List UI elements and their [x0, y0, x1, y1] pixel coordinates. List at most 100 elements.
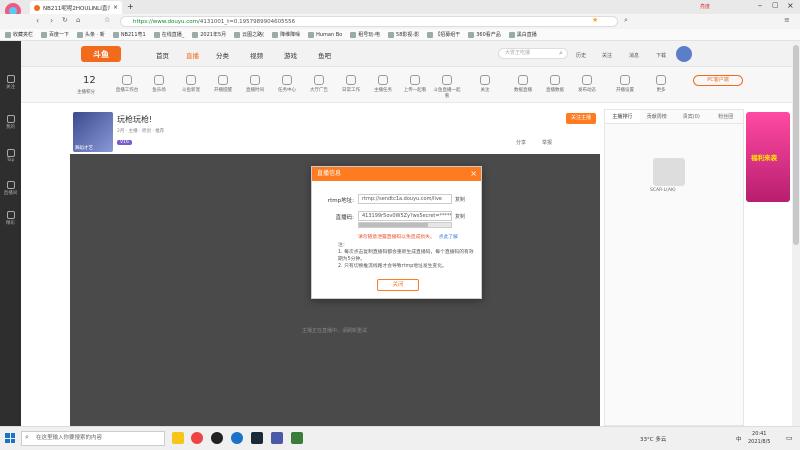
dialog-close-icon[interactable]: × — [470, 167, 477, 181]
bookmark-item[interactable]: 降维降噪 — [272, 31, 300, 38]
tab-vip[interactable]: 贵宾(0) — [674, 110, 709, 123]
tab-weekly[interactable]: 贡献周榜 — [640, 110, 675, 123]
toolbar-item[interactable]: 发布动态 — [573, 75, 601, 93]
follow-anchor-button[interactable]: 关注主播 — [566, 113, 596, 124]
sidebar-item-highlight[interactable]: 精彩 — [0, 211, 21, 226]
url-input[interactable]: https://www.douyu.com/4131001_t=0.195798… — [120, 16, 618, 27]
toolbar-item[interactable]: 大厅广告 — [305, 75, 333, 93]
douyu-logo[interactable]: 斗鱼 — [81, 46, 121, 62]
browser-tab[interactable]: NB211呢呢2HOULINLI直介 × — [30, 1, 122, 14]
bookmark-item[interactable]: 百度一下 — [41, 31, 69, 38]
toolbar-item[interactable]: 日常工作 — [337, 75, 365, 93]
bookmark-item[interactable]: 头条 · 新 — [77, 31, 105, 38]
window-maximize-icon[interactable]: ▢ — [772, 1, 779, 9]
bookmark-item[interactable]: 58影视-影 — [388, 31, 419, 38]
bookmark-item[interactable]: 在线直播_ — [153, 31, 184, 38]
app-icon[interactable] — [291, 432, 303, 444]
refresh-icon[interactable]: ↻ — [62, 16, 68, 24]
windows-start-icon[interactable] — [5, 433, 15, 443]
back-icon[interactable]: ‹ — [36, 16, 39, 25]
bookmark-item[interactable]: 黑白直播 — [508, 31, 537, 38]
nav-yuba[interactable]: 鱼吧 — [318, 50, 331, 60]
download-icon[interactable]: 下载 — [656, 52, 666, 59]
toolbar-item[interactable]: 鱼乐场 — [145, 75, 173, 93]
bookmark-item[interactable]: 2021年5月 — [192, 31, 226, 38]
home-icon[interactable]: ⌂ — [76, 16, 80, 24]
copy-code-button[interactable]: 复制 — [455, 213, 465, 220]
nav-category[interactable]: 分类 — [216, 50, 229, 60]
toolbar-item[interactable]: 更多 — [647, 75, 675, 93]
nav-game[interactable]: 游戏 — [284, 50, 297, 60]
bookmark-item[interactable]: NB211粤1 — [112, 31, 146, 38]
window-close-icon[interactable]: × — [787, 1, 794, 10]
toolbar-item[interactable]: 关注 — [471, 75, 499, 93]
clock-date: 2021/8/5 — [748, 439, 771, 445]
sidebar-item-follow[interactable]: 关注 — [0, 75, 21, 90]
menu-icon[interactable]: ≡ — [784, 16, 790, 24]
pc-client-button[interactable]: PC客户端 — [693, 75, 743, 86]
stream-code-field[interactable]: 413199r5ov0W5Zy?ws5ecret=******* — [358, 211, 452, 221]
tab-ranking[interactable]: 主播排行 — [605, 110, 640, 123]
bookmark-item[interactable]: 租号玩-电 — [350, 31, 380, 38]
search-icon[interactable]: ⌕ — [624, 16, 628, 25]
promo-banner[interactable]: 福利来袭 — [746, 112, 790, 202]
nav-live[interactable]: 直播 — [186, 50, 199, 60]
nav-home[interactable]: 首页 — [156, 50, 169, 60]
bookmark-item[interactable]: 【招募组干 — [427, 31, 460, 38]
browser-taskbar-icon[interactable] — [191, 432, 203, 444]
toolbar-item[interactable]: 直播数据 — [541, 75, 569, 93]
sidebar-item-top[interactable]: Top — [0, 149, 21, 163]
toolbar-item[interactable]: 斗鱼新宠 — [177, 75, 205, 93]
site-search-icon[interactable]: ⌕ — [559, 49, 563, 58]
toolbar-item[interactable]: 直播工作台 — [113, 75, 141, 93]
toolbar-item[interactable]: 开播设置 — [611, 75, 639, 93]
bookmark-item[interactable]: Human Bo — [308, 31, 342, 38]
star-icon[interactable]: ★ — [592, 16, 598, 24]
scrollbar-thumb[interactable] — [793, 45, 799, 245]
sidebar-item-mine[interactable]: 我的 — [0, 115, 21, 130]
obs-icon[interactable] — [211, 432, 223, 444]
toolbar-item[interactable]: 数据直播 — [509, 75, 537, 93]
new-tab-button[interactable]: + — [127, 2, 134, 11]
close-dialog-button[interactable]: 关闭 — [377, 279, 419, 291]
tab-fans[interactable]: 粉丝团 — [709, 110, 744, 123]
share-button[interactable]: 分享 — [516, 139, 526, 146]
toolbar-item[interactable]: 直播时间 — [241, 75, 269, 93]
gift-item[interactable] — [653, 158, 685, 186]
page-scrollbar[interactable] — [792, 41, 800, 426]
bookmark-item[interactable]: 云图之路( — [234, 31, 264, 38]
report-button[interactable]: 举报 — [542, 139, 552, 146]
forward-icon[interactable]: › — [50, 16, 53, 25]
nav-video[interactable]: 视频 — [250, 50, 263, 60]
taskbar-search-input[interactable]: 在这里输入你要搜索的内容 — [21, 431, 165, 446]
toolbar-item[interactable]: 主播任务 — [369, 75, 397, 93]
browser-badge[interactable]: 亮度 — [700, 3, 710, 10]
edge-icon[interactable] — [231, 432, 243, 444]
notification-icon[interactable]: ▭ — [786, 434, 793, 442]
toolbar-item[interactable]: 开播提醒 — [209, 75, 237, 93]
site-search-input[interactable]: 大胃王吃播 — [498, 48, 568, 59]
bookmark-item[interactable]: 收藏夹栏 — [5, 31, 33, 38]
weather-label[interactable]: 33°C 多云 — [640, 435, 666, 443]
bookmark-item[interactable]: 360看产品 — [468, 31, 501, 38]
file-explorer-icon[interactable] — [172, 432, 184, 444]
toolbar-item[interactable]: 任务中心 — [273, 75, 301, 93]
history-icon[interactable]: 历史 — [576, 52, 586, 59]
game-icon[interactable] — [271, 432, 283, 444]
steam-icon[interactable] — [251, 432, 263, 444]
toolbar-item[interactable]: 上传一起看 — [401, 75, 429, 93]
learn-more-link[interactable]: 点此了解 — [439, 235, 458, 240]
user-avatar[interactable] — [676, 46, 692, 62]
favorite-icon[interactable]: ☆ — [104, 16, 110, 24]
toolbar-item[interactable]: 斗鱼直播一起看 — [433, 75, 461, 99]
window-minimize-icon[interactable]: – — [758, 1, 762, 10]
copy-rtmp-button[interactable]: 复制 — [455, 196, 465, 203]
tab-close-icon[interactable]: × — [113, 4, 118, 11]
follow-icon[interactable]: 关注 — [602, 52, 612, 59]
stream-avatar[interactable]: 舞蹈才艺 — [73, 112, 113, 152]
input-language[interactable]: 中 — [736, 435, 742, 443]
rtmp-address-field[interactable]: rtmp://sendtc1a.douyu.com/live — [358, 194, 452, 204]
sidebar-item-rooms[interactable]: 直播间 — [0, 181, 21, 196]
message-icon[interactable]: 消息 — [629, 52, 639, 59]
taskbar-clock[interactable]: 20:41 2021/8/5 — [748, 430, 770, 446]
